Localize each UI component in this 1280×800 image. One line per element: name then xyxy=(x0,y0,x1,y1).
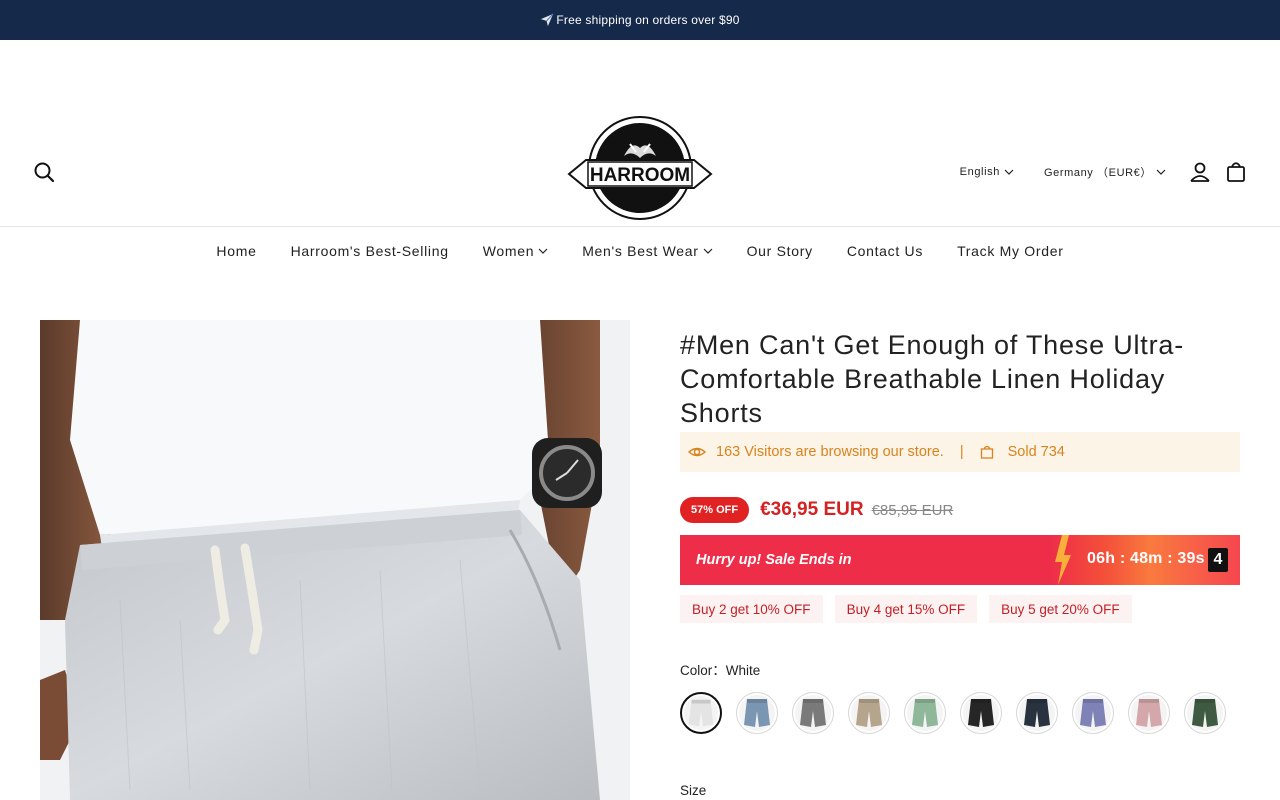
color-swatches xyxy=(680,692,1240,734)
color-swatch-pink[interactable] xyxy=(1128,692,1170,734)
lightning-bolt-icon xyxy=(1055,535,1071,585)
nav-item-contact-us[interactable]: Contact Us xyxy=(830,243,940,259)
nav-label: Men's Best Wear xyxy=(582,242,699,259)
language-selector[interactable]: English xyxy=(960,166,1014,178)
language-value: English xyxy=(959,166,1000,178)
color-swatch-gray[interactable] xyxy=(792,692,834,734)
swatch-image xyxy=(684,696,718,730)
nav-label: Contact Us xyxy=(846,242,924,259)
paper-plane-icon xyxy=(541,13,554,27)
sale-countdown: Hurry up! Sale Ends in 06h : 48m : 39s 4 xyxy=(680,535,1240,585)
bundle-offer-4[interactable]: Buy 4 get 15% OFF xyxy=(834,595,978,623)
swatch-image xyxy=(739,695,775,731)
color-swatch-white[interactable] xyxy=(680,692,722,734)
size-label: Size xyxy=(680,783,707,798)
product-image[interactable] xyxy=(40,320,630,800)
product-section: #Men Can't Get Enough of These Ultra-Com… xyxy=(0,274,1280,800)
swatch-image xyxy=(1075,695,1111,731)
nav-label: Our Story xyxy=(746,242,813,259)
color-swatch-khaki[interactable] xyxy=(848,692,890,734)
nav-label: Harroom's Best-Selling xyxy=(290,242,449,259)
announcement-text: Free shipping on orders over $90 xyxy=(556,13,740,27)
chevron-down-icon xyxy=(1156,169,1166,175)
visitor-bar: 163 Visitors are browsing our store. | S… xyxy=(680,432,1240,472)
chevron-down-icon xyxy=(538,248,548,254)
discount-badge: 57% OFF xyxy=(680,497,750,523)
color-swatch-green[interactable] xyxy=(904,692,946,734)
chevron-down-icon xyxy=(703,248,713,254)
swatch-image xyxy=(1131,695,1167,731)
nav-label: Home xyxy=(216,242,257,259)
color-swatch-black[interactable] xyxy=(960,692,1002,734)
country-value: Germany （EUR€） xyxy=(1043,167,1152,179)
nav-item-track-order[interactable]: Track My Order xyxy=(940,243,1081,259)
color-swatch-dark-green[interactable] xyxy=(1184,692,1226,734)
nav-label: Track My Order xyxy=(957,242,1064,259)
store-logo[interactable]: HARROOM xyxy=(566,114,714,222)
cart-icon[interactable] xyxy=(1224,160,1248,184)
color-swatch-navy[interactable] xyxy=(1016,692,1058,734)
color-swatch-blue[interactable] xyxy=(736,692,778,734)
eye-icon xyxy=(688,447,706,457)
chevron-down-icon xyxy=(1004,169,1014,175)
bundle-offer-2[interactable]: Buy 2 get 10% OFF xyxy=(680,595,823,623)
countdown-label: Hurry up! Sale Ends in xyxy=(696,552,852,568)
swatch-image xyxy=(851,695,887,731)
countdown-extra-digit: 4 xyxy=(1208,548,1228,572)
swatch-image xyxy=(1019,695,1055,731)
nav-label: Women xyxy=(482,242,535,259)
header-utilities: English Germany （EUR€） xyxy=(960,160,1248,184)
shopping-bag-icon xyxy=(980,445,993,459)
nav-item-our-story[interactable]: Our Story xyxy=(730,243,830,259)
sold-text: Sold 734 xyxy=(1007,444,1065,460)
bundle-offers: Buy 2 get 10% OFF Buy 4 get 15% OFF Buy … xyxy=(680,595,1240,623)
country-selector[interactable]: Germany （EUR€） xyxy=(1044,164,1166,180)
product-info: #Men Can't Get Enough of These Ultra-Com… xyxy=(680,328,1240,734)
search-icon[interactable] xyxy=(32,160,56,184)
product-title: #Men Can't Get Enough of These Ultra-Com… xyxy=(680,330,1185,428)
nav-item-mens-best-wear[interactable]: Men's Best Wear xyxy=(565,243,729,259)
nav-item-best-selling[interactable]: Harroom's Best-Selling xyxy=(274,243,466,259)
visitors-text: 163 Visitors are browsing our store. xyxy=(716,444,944,460)
swatch-image xyxy=(1187,695,1223,731)
account-icon[interactable] xyxy=(1188,160,1212,184)
swatch-image xyxy=(963,695,999,731)
bundle-offer-5[interactable]: Buy 5 get 20% OFF xyxy=(989,595,1132,623)
announcement-bar: Free shipping on orders over $90 xyxy=(0,0,1280,40)
main-navigation: Home Harroom's Best-Selling Women Men's … xyxy=(0,227,1280,274)
nav-item-women[interactable]: Women xyxy=(466,243,565,259)
swatch-image xyxy=(907,695,943,731)
countdown-timer: 06h : 48m : 39s xyxy=(1087,550,1205,567)
compare-price: €85,95 EUR xyxy=(871,501,954,519)
sale-price: €36,95 EUR xyxy=(760,499,864,520)
color-swatch-purple[interactable] xyxy=(1072,692,1114,734)
swatch-image xyxy=(795,695,831,731)
visitor-separator: | xyxy=(959,444,964,460)
nav-item-home[interactable]: Home xyxy=(199,243,273,259)
logo-text: HARROOM xyxy=(590,165,690,186)
site-header: HARROOM English Germany （EUR€） xyxy=(0,40,1280,227)
color-label: Color：White xyxy=(680,663,761,678)
price-row: 57% OFF €36,95 EUR €85,95 EUR xyxy=(680,496,1240,524)
